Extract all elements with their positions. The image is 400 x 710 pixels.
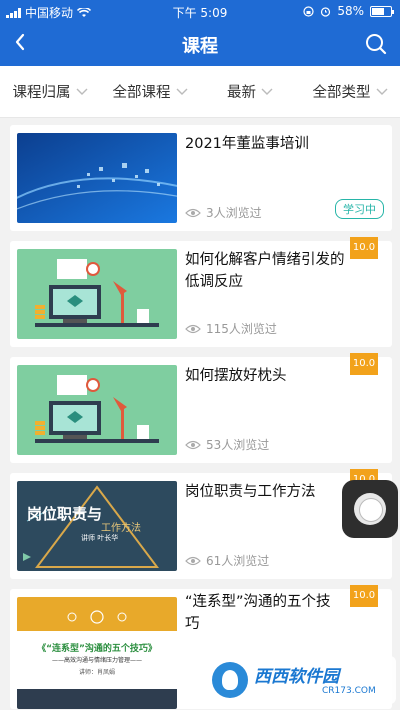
assistive-touch-button[interactable] [342,480,398,538]
filter-course-owner[interactable]: 课程归属 [0,66,100,117]
watermark-name: 西西软件园 [254,667,339,687]
page-title: 课程 [182,36,218,57]
eye-icon [185,556,201,565]
watermark-logo-icon [212,662,248,698]
filter-label: 最新 [227,85,256,101]
filter-label: 课程归属 [12,85,71,101]
course-card[interactable]: 岗位职责与 工作方法 讲师 叶长华 岗位职责与工作方法 61人浏览过 10.0 [10,469,392,579]
thumb-text-sub: ——高效沟通与情绪压力管理—— [51,657,142,664]
chevron-down-icon [76,88,87,95]
filter-latest[interactable]: 最新 [200,66,300,117]
course-views: 115人浏览过 [185,320,277,337]
thumb-lecturer: 讲师 叶长华 [81,534,119,542]
course-thumbnail: 《“连系型”沟通的五个技巧》 ——高效沟通与情绪压力管理—— 讲师：肖凤娟 [17,597,177,709]
course-thumbnail: 岗位职责与 工作方法 讲师 叶长华 [17,481,177,571]
chevron-down-icon [176,88,187,95]
course-card[interactable]: 如何摆放好枕头 53人浏览过 10.0 [10,353,392,463]
eye-icon [185,208,201,217]
course-views: 53人浏览过 [185,436,269,453]
price-tag: 10.0 [350,353,378,375]
course-thumbnail [17,365,177,455]
course-title: 岗位职责与工作方法 [185,484,316,500]
price-tag: 10.0 [350,237,378,259]
alarm-icon [321,6,331,17]
watermark: 西西软件园 CR173.COM [206,656,396,704]
watermark-domain: CR173.COM [322,686,376,696]
views-count: 61人浏览过 [206,554,270,568]
battery-percent: 58% [337,4,364,18]
course-title: 如何化解客户情绪引发的低调反应 [185,252,345,290]
filter-label: 全部类型 [312,85,371,101]
lock-rotation-icon [303,5,314,17]
filter-label: 全部课程 [112,85,171,101]
views-count: 3人浏览过 [206,206,262,220]
thumb-text-main: 《“连系型”沟通的五个技巧》 [37,644,157,654]
status-right: 58% [303,4,394,18]
search-button[interactable] [364,32,388,56]
filter-bar: 课程归属 全部课程 最新 全部类型 [0,66,400,118]
eye-icon [185,440,201,449]
filter-all-types[interactable]: 全部类型 [300,66,400,117]
thumb-text-sub: 工作方法 [101,523,141,534]
course-title: 如何摆放好枕头 [185,368,287,384]
price-tag: 10.0 [350,585,378,607]
status-badge: 学习中 [335,199,384,219]
course-title: “连系型”沟通的五个技巧 [185,594,331,632]
course-card[interactable]: 2021年董监事培训 3人浏览过 学习中 [10,125,392,231]
views-count: 115人浏览过 [206,322,277,336]
course-thumbnail [17,249,177,339]
status-bar: 中国移动 下午 5:09 58% [0,0,400,22]
chevron-down-icon [261,88,273,95]
thumb-lecturer: 讲师：肖凤娟 [78,669,115,676]
course-views: 61人浏览过 [185,552,269,569]
course-card[interactable]: 如何化解客户情绪引发的低调反应 115人浏览过 10.0 [10,237,392,347]
course-thumbnail [17,133,177,223]
eye-icon [185,324,201,333]
chevron-down-icon [376,88,387,95]
views-count: 53人浏览过 [206,438,270,452]
search-icon [366,34,387,55]
filter-all-courses[interactable]: 全部课程 [100,66,200,117]
course-views: 3人浏览过 [185,204,262,221]
battery-icon [370,5,394,17]
course-title: 2021年董监事培训 [185,136,309,152]
app-header: 中国移动 下午 5:09 58% 课程 [0,0,400,66]
thumb-text-main: 岗位职责与 [27,505,103,523]
